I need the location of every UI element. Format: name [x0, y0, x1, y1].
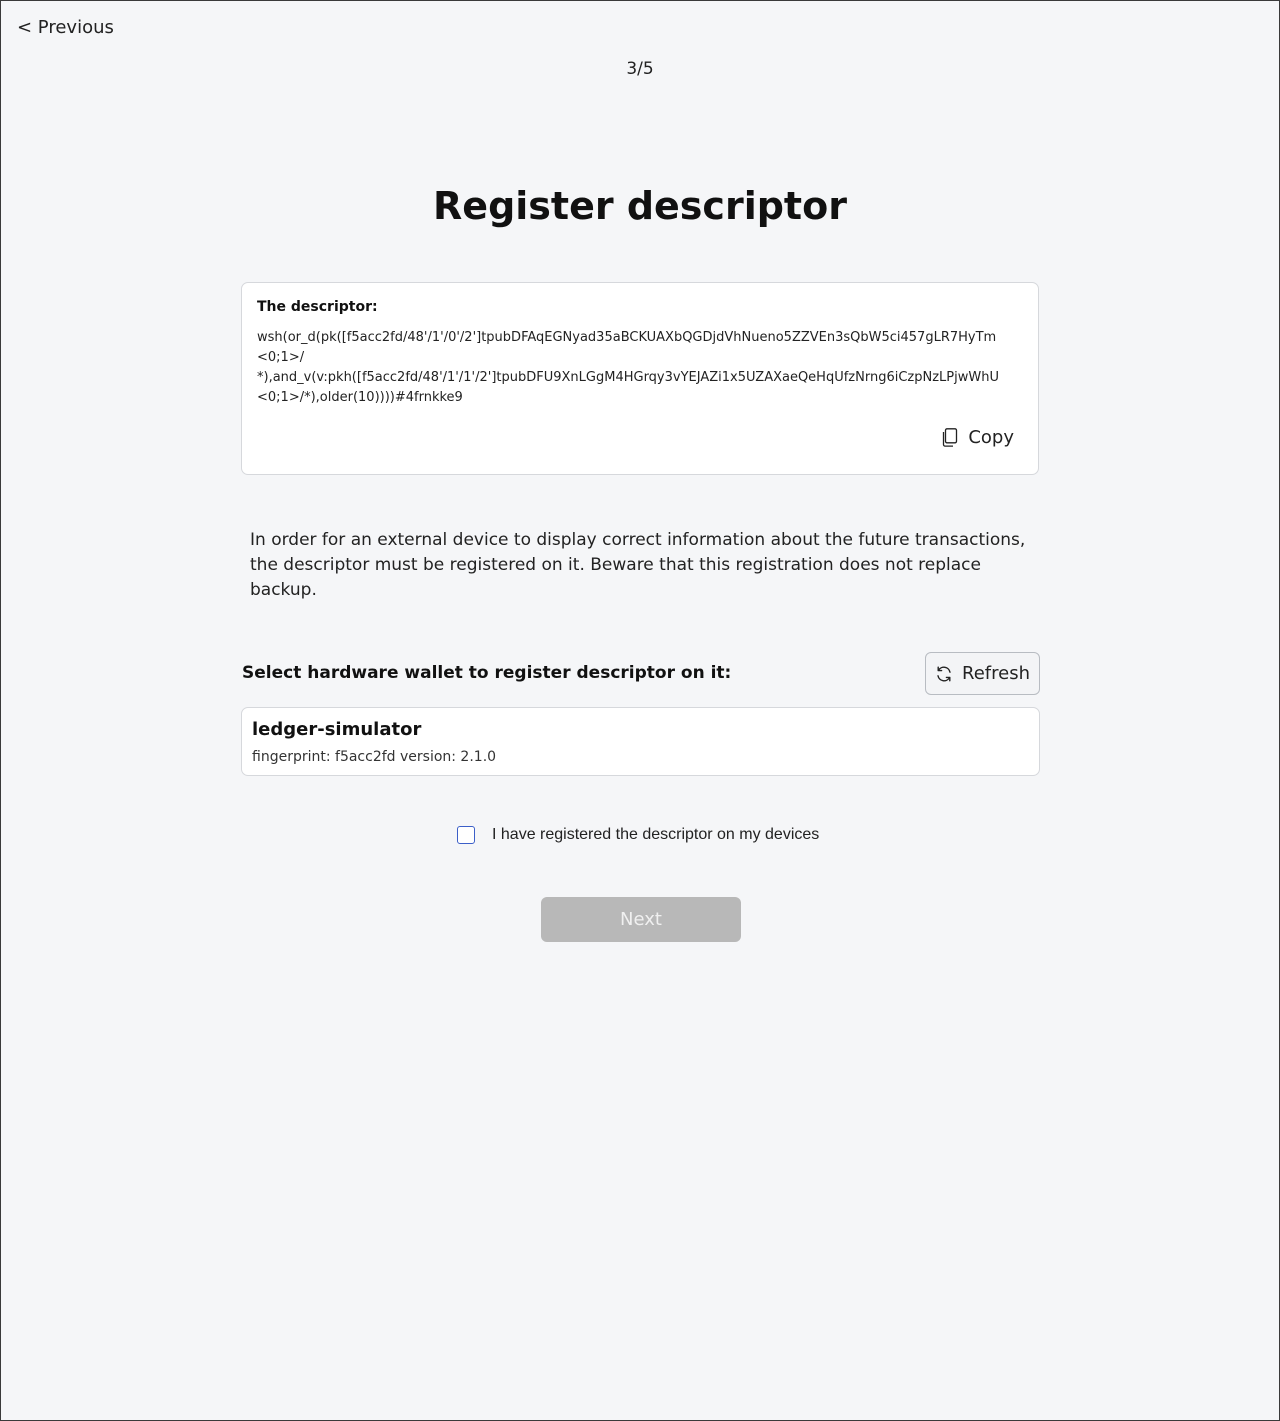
step-indicator: 3/5: [626, 59, 654, 79]
copy-icon: [943, 428, 958, 447]
descriptor-label: The descriptor:: [257, 299, 378, 315]
previous-link[interactable]: < Previous: [17, 17, 114, 38]
select-hardware-label: Select hardware wallet to register descr…: [242, 663, 732, 683]
descriptor-line: <0;1>/*),older(10))))#4frnkke9: [257, 390, 463, 405]
page-title: Register descriptor: [433, 184, 847, 228]
copy-label: Copy: [968, 427, 1014, 448]
registered-confirmation[interactable]: I have registered the descriptor on my d…: [457, 826, 819, 844]
descriptor-line: <0;1>/: [257, 350, 305, 365]
registered-checkbox-label: I have registered the descriptor on my d…: [492, 826, 820, 843]
hardware-wallet-meta: fingerprint: f5acc2fd version: 2.1.0: [252, 749, 497, 765]
app-window: < Previous 3/5 Register descriptor The d…: [0, 0, 1280, 1421]
descriptor-text: wsh(or_d(pk([f5acc2fd/48'/1'/0'/2']tpubD…: [257, 328, 1027, 408]
refresh-label: Refresh: [962, 663, 1030, 684]
hardware-wallet-name: ledger-simulator: [252, 719, 422, 740]
refresh-icon: [937, 666, 951, 681]
hardware-wallet-item[interactable]: ledger-simulator fingerprint: f5acc2fd v…: [241, 707, 1040, 776]
descriptor-line: *),and_v(v:pkh([f5acc2fd/48'/1'/1'/2']tp…: [257, 370, 999, 385]
descriptor-card: The descriptor: wsh(or_d(pk([f5acc2fd/48…: [241, 282, 1039, 475]
registration-info-text: In order for an external device to displ…: [250, 530, 1026, 600]
refresh-button[interactable]: Refresh: [925, 652, 1040, 695]
next-button[interactable]: Next: [541, 897, 741, 942]
copy-button[interactable]: Copy: [941, 427, 1014, 448]
registered-checkbox[interactable]: [457, 826, 475, 844]
descriptor-line: wsh(or_d(pk([f5acc2fd/48'/1'/0'/2']tpubD…: [257, 330, 997, 345]
